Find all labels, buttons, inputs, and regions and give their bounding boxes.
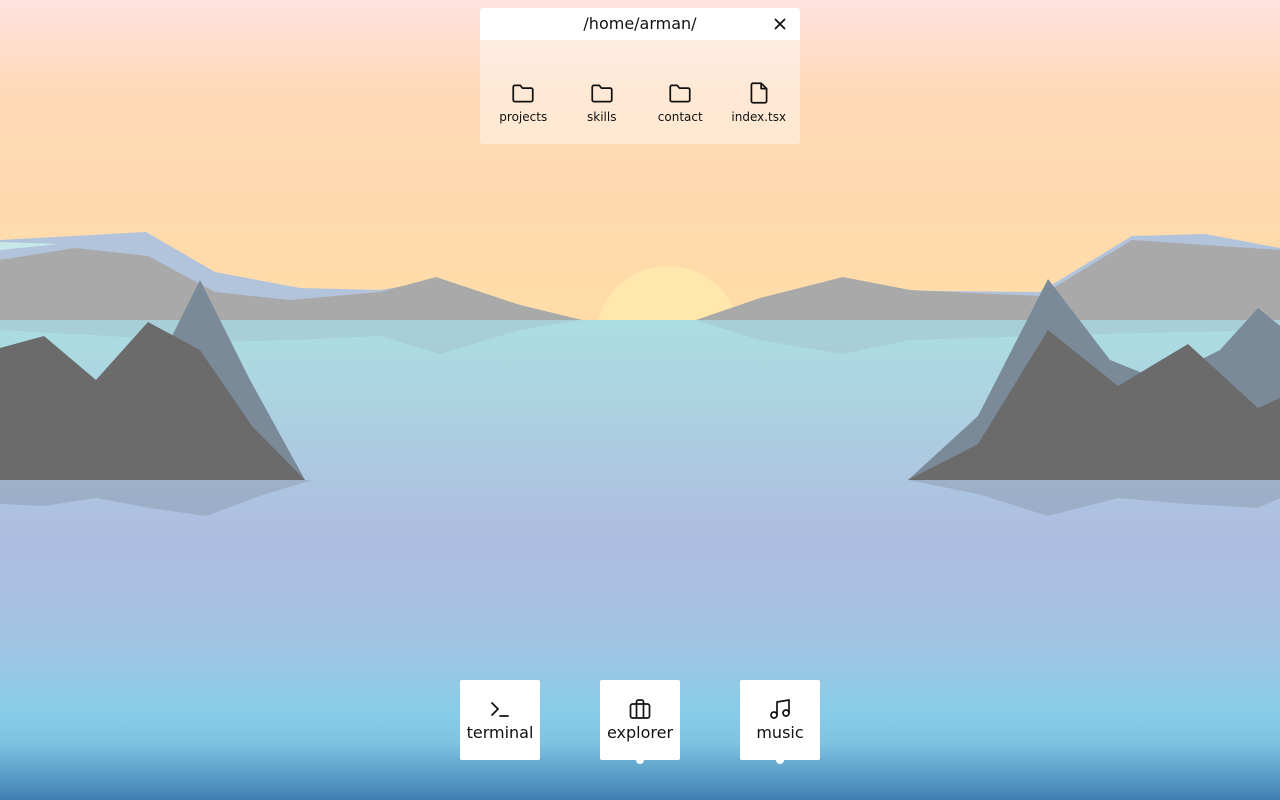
folder-item-projects[interactable]: projects	[484, 40, 563, 144]
terminal-icon	[491, 702, 509, 717]
desktop: /home/arman/ projects skills contact ind…	[0, 0, 1280, 800]
close-button[interactable]	[768, 14, 792, 34]
file-explorer-window: /home/arman/ projects skills contact ind…	[480, 8, 800, 144]
file-icon	[750, 82, 768, 104]
file-item-label: index.tsx	[731, 110, 787, 124]
running-indicator	[776, 756, 784, 764]
file-item-label: contact	[657, 110, 703, 124]
folder-item-contact[interactable]: contact	[641, 40, 720, 144]
file-item-index-tsx[interactable]: index.tsx	[720, 40, 799, 144]
dock-item-label: explorer	[606, 723, 674, 742]
running-indicator	[636, 756, 644, 764]
folder-icon	[669, 84, 691, 103]
file-item-label: projects	[499, 110, 548, 124]
music-note-icon	[770, 699, 790, 719]
dock-item-music[interactable]: music	[740, 680, 820, 764]
close-icon	[774, 18, 786, 30]
window-titlebar[interactable]: /home/arman/	[480, 8, 800, 40]
dock-item-explorer[interactable]: explorer	[600, 680, 680, 764]
file-list: projects skills contact index.tsx	[480, 40, 800, 144]
dock-item-label: music	[756, 723, 804, 742]
briefcase-icon	[629, 699, 651, 719]
folder-icon	[591, 84, 613, 103]
window-title: /home/arman/	[583, 14, 697, 33]
dock-item-terminal[interactable]: terminal	[460, 680, 540, 760]
dock-item-label: terminal	[466, 723, 534, 742]
file-item-label: skills	[587, 110, 617, 124]
folder-icon	[512, 84, 534, 103]
folder-item-skills[interactable]: skills	[563, 40, 642, 144]
